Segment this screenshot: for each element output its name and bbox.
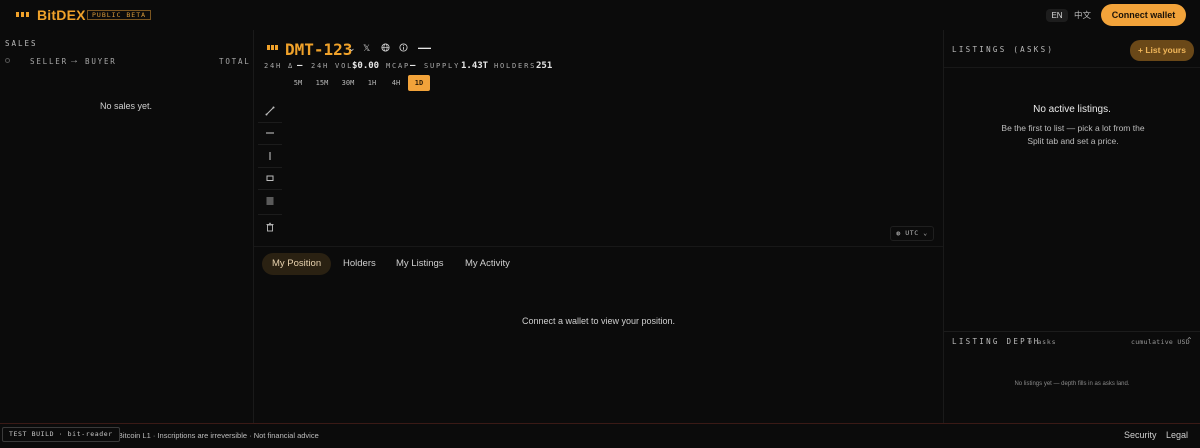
language-zh-button[interactable]: 中文	[1074, 9, 1091, 22]
tab-my-position[interactable]: My Position	[262, 253, 332, 275]
depth-count: 0 asks	[1028, 338, 1057, 346]
globe-icon[interactable]	[381, 43, 390, 54]
stat-supply-label: SUPPLY	[424, 62, 461, 70]
brand-name[interactable]: BitDEX	[37, 7, 86, 23]
timeframe-4h[interactable]: 4H	[385, 75, 407, 91]
arrow-right-icon: →	[69, 55, 79, 66]
connect-wallet-button[interactable]: Connect wallet	[1101, 4, 1186, 26]
stat-supply-value: 1.43T	[461, 61, 489, 71]
tool-divider	[258, 144, 282, 145]
timeframe-30m[interactable]: 30M	[337, 75, 359, 91]
timeframe-1h[interactable]: 1H	[361, 75, 383, 91]
chart-divider	[254, 246, 943, 247]
timezone-selector[interactable]: ◍ UTC ⌄	[890, 226, 934, 241]
top-header: BitDEX PUBLIC BETA EN 中文 Connect wallet	[0, 0, 1200, 30]
timezone-label: UTC	[905, 229, 919, 237]
stat-delta-label: 24H Δ	[264, 62, 295, 70]
stat-vol-label: 24H VOL	[311, 62, 354, 70]
sales-title: SALES	[5, 39, 38, 48]
depth-divider	[944, 331, 1200, 332]
listings-empty-title: No active listings.	[1033, 104, 1111, 115]
listings-empty-body: Be the first to list — pick a lot from t…	[1001, 123, 1145, 146]
chevron-down-icon[interactable]: ⌄	[348, 43, 356, 54]
legal-link[interactable]: Legal	[1166, 430, 1188, 440]
tool-divider	[258, 189, 282, 190]
depth-mode-selector[interactable]: cumulative USD	[1131, 338, 1190, 346]
stat-holders-label: HOLDERS	[494, 62, 537, 70]
token-logo-icon	[267, 45, 279, 50]
footer-tagline: 3 · Bitcoin L1 · Inscriptions are irreve…	[107, 431, 319, 440]
depth-empty-message: No listings yet — depth fills in as asks…	[1014, 381, 1130, 387]
chevron-down-icon: ⌄	[923, 229, 928, 237]
stat-delta-value: —	[297, 61, 303, 71]
info-icon[interactable]	[399, 43, 408, 54]
rectangle-icon[interactable]	[262, 172, 278, 188]
token-name[interactable]: DMT-123	[285, 40, 352, 59]
listings-title: LISTINGS (ASKS)	[952, 45, 1055, 54]
x-social-icon[interactable]: 𝕏	[363, 43, 370, 54]
token-price: —	[418, 40, 431, 55]
tool-divider	[258, 122, 282, 123]
right-divider	[943, 30, 944, 423]
fib-levels-icon[interactable]	[262, 195, 278, 211]
sales-col-buyer: BUYER	[85, 57, 117, 66]
timeframe-15m[interactable]: 15M	[311, 75, 333, 91]
stat-mcap-label: MCAP	[386, 62, 411, 70]
tab-my-activity[interactable]: My Activity	[455, 253, 520, 275]
tool-divider	[258, 214, 282, 215]
test-build-badge: TEST BUILD · bit-reader	[2, 427, 120, 442]
chevron-up-icon[interactable]: ⌃	[1186, 336, 1193, 345]
tool-divider	[258, 167, 282, 168]
sales-col-seller: SELLER	[30, 57, 68, 66]
stat-mcap-value: —	[410, 61, 416, 71]
footer-divider	[0, 423, 1200, 424]
language-en-button[interactable]: EN	[1046, 9, 1068, 22]
position-message: Connect a wallet to view your position.	[521, 316, 676, 326]
tab-my-listings[interactable]: My Listings	[386, 253, 454, 275]
logo-icon	[16, 12, 29, 17]
stat-holders-value: 251	[536, 61, 553, 71]
timeframe-5m[interactable]: 5M	[287, 75, 309, 91]
beta-badge: PUBLIC BETA	[87, 10, 152, 20]
horizontal-line-icon[interactable]	[262, 127, 278, 143]
trash-icon[interactable]	[262, 221, 278, 237]
vertical-line-icon[interactable]	[262, 150, 278, 166]
sales-empty-message: No sales yet.	[99, 101, 153, 111]
sales-dot-icon	[5, 58, 10, 63]
trend-line-icon[interactable]	[262, 105, 278, 121]
list-yours-button[interactable]: + List yours	[1130, 40, 1194, 61]
timeframe-1d[interactable]: 1D	[408, 75, 430, 91]
stat-vol-value: $0.00	[352, 61, 380, 71]
security-link[interactable]: Security	[1124, 430, 1157, 440]
sales-col-total: TOTAL	[219, 57, 251, 66]
globe-icon: ◍	[896, 229, 901, 237]
listings-divider	[944, 67, 1200, 68]
tab-holders[interactable]: Holders	[333, 253, 386, 275]
left-divider	[253, 30, 254, 423]
